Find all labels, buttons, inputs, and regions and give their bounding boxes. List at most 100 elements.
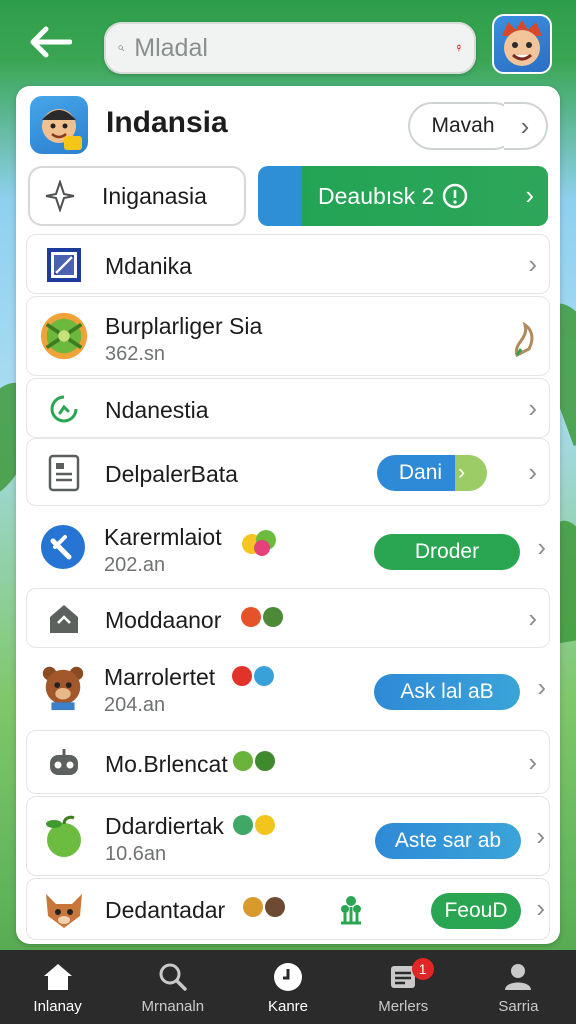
row-title: DelpalerBata [105, 461, 238, 487]
row-title: Dedantadar [105, 897, 226, 923]
nav-label: Sarria [498, 997, 539, 1015]
bookmark-ribbon-icon[interactable] [511, 319, 537, 359]
profile-icon [501, 960, 535, 994]
compass-icon [45, 180, 75, 212]
row-title: Marrolertet [104, 664, 216, 690]
row-subtitle: 10.6an [105, 843, 167, 865]
list-item[interactable]: Ndanestia › [26, 378, 550, 438]
chevron-right-icon: › [528, 603, 537, 633]
nav-label: Merlers [378, 997, 429, 1015]
list-item[interactable]: Ddardiertak 10.6an Aste sar ab › [26, 796, 550, 876]
chevron-right-icon: › [525, 180, 534, 210]
row-subtitle: 362.sn [105, 343, 166, 365]
chevron-right-icon: › [458, 461, 466, 484]
chevron-right-icon: › [528, 393, 537, 423]
avatar-character-icon [502, 20, 542, 66]
fruit-icon [232, 666, 274, 686]
chevron-right-icon: › [528, 457, 537, 487]
chevron-right-icon: › [537, 672, 546, 702]
bear-icon [38, 662, 88, 712]
list-item[interactable]: Moddaanor › [26, 588, 550, 648]
list-item[interactable]: Mo.Brlencat › [26, 730, 550, 794]
plant-icon [341, 896, 361, 925]
fruit-icon [233, 751, 275, 771]
back-arrow-icon [30, 26, 72, 58]
house-icon [39, 594, 89, 644]
search-bar[interactable] [104, 22, 476, 74]
fox-icon [39, 885, 89, 935]
pill-label: Dani [398, 461, 443, 484]
apple-icon [39, 811, 89, 861]
fruit-bunch-icon [242, 530, 276, 556]
nav-item-home[interactable]: Inlanay [0, 950, 115, 1024]
row-title: Mdanika [105, 253, 192, 279]
app-icon [30, 96, 88, 154]
refresh-icon [39, 384, 89, 434]
fruit-icon [241, 607, 283, 627]
robot-icon [39, 738, 89, 788]
chevron-right-icon: › [536, 893, 545, 923]
list-item[interactable]: Marrolertet 204.an Ask lal aB › [26, 648, 550, 728]
row-action-pill[interactable]: FeouD [431, 893, 521, 929]
nav-label: Kanre [267, 997, 309, 1015]
notification-badge: 1 [411, 958, 434, 980]
nav-label: Mrnanaln [141, 997, 205, 1015]
download-button[interactable]: Deaubısk 2 › [258, 166, 548, 226]
chevron-right-icon[interactable]: › [504, 102, 548, 150]
top-bar [0, 0, 576, 92]
search-input[interactable] [134, 33, 457, 63]
clock-icon [271, 960, 305, 994]
pill-label: Droder [414, 540, 480, 563]
row-title: Moddaanor [105, 607, 222, 633]
pill-label: FeouD [444, 899, 508, 922]
app-header: Indansia Mavah › [16, 86, 560, 164]
list-item[interactable]: Dedantadar FeouD › [26, 878, 550, 940]
chip-label: Iniganasia [102, 182, 207, 209]
row-action-pill[interactable]: Droder [374, 534, 520, 570]
flag-icon [39, 240, 89, 290]
chevron-right-icon: › [536, 821, 545, 851]
pill-label: Aste sar ab [394, 829, 502, 852]
row-title: Ddardiertak [105, 813, 224, 839]
list-item[interactable]: Karermlaiot 202.an Droder › [26, 508, 550, 588]
document-icon [39, 448, 89, 498]
user-avatar[interactable] [492, 14, 552, 74]
row-subtitle: 204.an [104, 694, 166, 716]
row-title: Karermlaiot [104, 524, 222, 550]
list-item[interactable]: Burplarliger Sia 362.sn [26, 296, 550, 376]
microphone-icon[interactable] [456, 33, 462, 63]
category-chip[interactable]: Iniganasia [28, 166, 246, 226]
home-icon [41, 960, 75, 994]
nav-label: Inlanay [33, 997, 82, 1015]
app-title: Indansia [106, 106, 228, 139]
download-label: Deaubısk 2 [318, 182, 435, 209]
row-action-pill[interactable]: Dani › [377, 455, 487, 491]
search-icon [118, 45, 125, 51]
nav-item-kanre[interactable]: Kanre [230, 950, 345, 1024]
row-title: Burplarliger Sia [105, 313, 263, 339]
back-button[interactable] [22, 18, 78, 66]
bottom-navigation: Inlanay Mrnanaln Kanre 1 Merlers Sarria [0, 950, 576, 1024]
chevron-right-icon: › [528, 747, 537, 777]
chevron-right-icon: › [528, 249, 537, 279]
row-action-pill[interactable]: Ask lal aB [374, 674, 520, 710]
list-item[interactable]: Mdanika › [26, 234, 550, 294]
fruit-icon [243, 897, 285, 917]
pill-label: Ask lal aB [400, 680, 494, 703]
satellite-icon [38, 522, 88, 572]
list-item[interactable]: DelpalerBata Dani › › [26, 438, 550, 506]
info-icon [443, 183, 468, 209]
nav-item-profile[interactable]: Sarria [461, 950, 576, 1024]
nav-item-search[interactable]: Mrnanaln [115, 950, 230, 1024]
nav-item-messages[interactable]: 1 Merlers [346, 950, 461, 1024]
search-icon [156, 960, 190, 994]
chevron-right-icon: › [537, 532, 546, 562]
fruit-icon [233, 815, 275, 835]
row-action-pill[interactable]: Aste sar ab [375, 823, 521, 859]
row-title: Ndanestia [105, 397, 209, 423]
row-title: Mo.Brlencat [105, 751, 228, 777]
ball-icon [39, 311, 89, 361]
mavah-button[interactable]: Mavah [408, 102, 518, 150]
app-character-icon [42, 109, 82, 150]
row-subtitle: 202.an [104, 554, 166, 576]
